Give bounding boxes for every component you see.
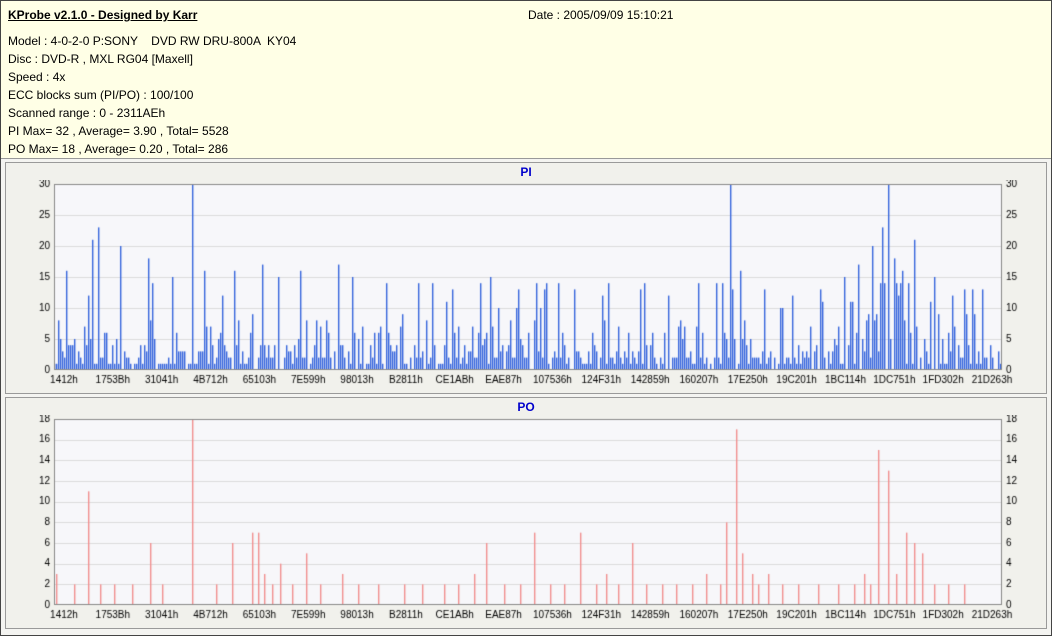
app-title: KProbe v2.1.0 - Designed by Karr: [8, 8, 198, 22]
kprobe-window: KProbe v2.1.0 - Designed by Karr Date : …: [0, 0, 1052, 636]
po-chart-canvas: [10, 415, 1042, 625]
scan-date: Date : 2005/09/09 15:10:21: [528, 8, 674, 22]
po-chart-title: PO: [517, 400, 535, 414]
pi-chart-canvas: [10, 180, 1042, 390]
range-info: Scanned range : 0 - 2311AEh: [8, 106, 166, 120]
speed-info: Speed : 4x: [8, 70, 66, 84]
pi-chart-title: PI: [520, 165, 532, 179]
disc-info: Disc : DVD-R , MXL RG04 [Maxell]: [8, 52, 193, 66]
scan-info: Model : 4-0-2-0 P:SONY DVD RW DRU-800A K…: [8, 32, 1044, 158]
po-summary: PO Max= 18 , Average= 0.20 , Total= 286: [8, 142, 229, 156]
pi-summary: PI Max= 32 , Average= 3.90 , Total= 5528: [8, 124, 229, 138]
header: KProbe v2.1.0 - Designed by Karr Date : …: [1, 1, 1051, 159]
po-chart-panel: PO: [5, 397, 1047, 629]
ecc-info: ECC blocks sum (PI/PO) : 100/100: [8, 88, 194, 102]
model-info: Model : 4-0-2-0 P:SONY DVD RW DRU-800A K…: [8, 34, 297, 48]
pi-chart-panel: PI: [5, 162, 1047, 394]
